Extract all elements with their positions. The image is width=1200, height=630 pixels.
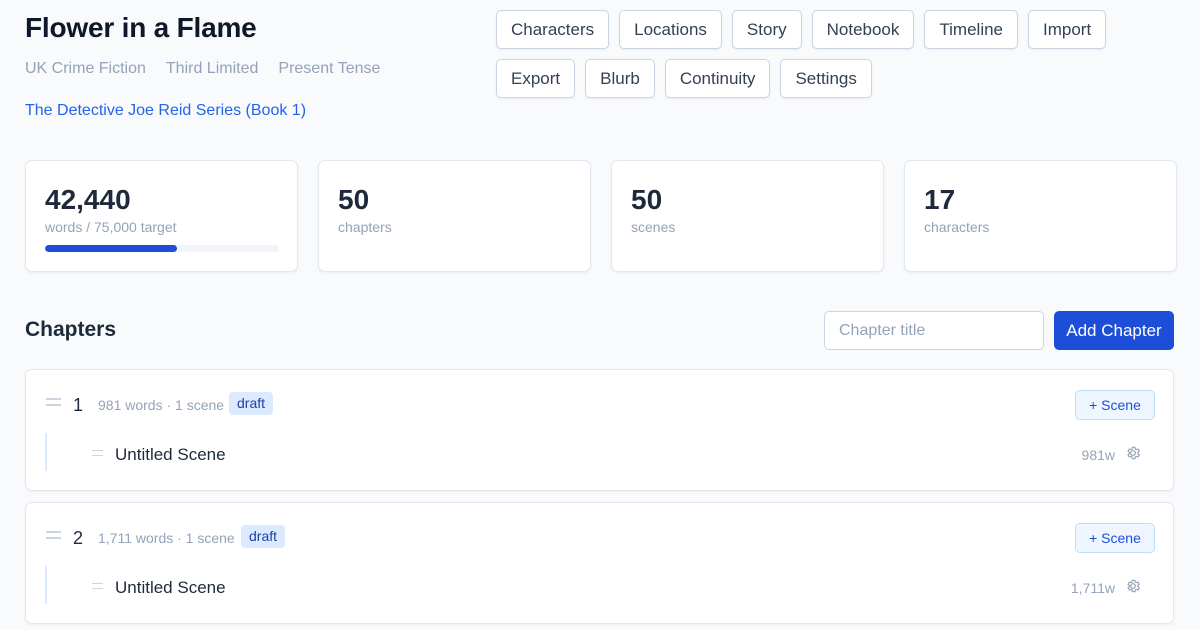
word-count-value: 42,440 bbox=[45, 184, 131, 215]
chapter-number: 1 bbox=[73, 395, 84, 415]
scene-count-card: 50 scenes bbox=[611, 160, 884, 272]
drag-handle-icon[interactable] bbox=[92, 450, 103, 456]
add-chapter-button[interactable]: Add Chapter bbox=[1054, 311, 1174, 350]
chapter-meta: 1,711 words · 1 scene bbox=[98, 530, 235, 546]
story-button[interactable]: Story bbox=[731, 10, 802, 49]
character-count-label: characters bbox=[924, 219, 990, 235]
chapters-heading: Chapters bbox=[25, 318, 117, 341]
character-count-value: 17 bbox=[924, 184, 956, 215]
word-progress-bar bbox=[45, 245, 279, 252]
chapter-count-card: 50 chapters bbox=[318, 160, 591, 272]
tense-label: Present Tense bbox=[278, 60, 381, 77]
import-button[interactable]: Import bbox=[1028, 10, 1107, 49]
scene-title[interactable]: Untitled Scene bbox=[115, 578, 226, 598]
chapter-meta: 981 words · 1 scene bbox=[98, 397, 225, 413]
word-count-card: 42,440 words / 75,000 target bbox=[25, 160, 298, 272]
series-link[interactable]: The Detective Joe Reid Series (Book 1) bbox=[25, 102, 306, 120]
book-meta: UK Crime Fiction Third Limited Present T… bbox=[25, 60, 380, 78]
project-nav: Characters Locations Story Notebook Time… bbox=[496, 10, 1136, 98]
character-count-card: 17 characters bbox=[904, 160, 1177, 272]
chapter-card: 2 1,711 words · 1 scene draft + Scene Un… bbox=[25, 502, 1174, 624]
continuity-button[interactable]: Continuity bbox=[664, 59, 771, 98]
scene-title[interactable]: Untitled Scene bbox=[115, 445, 226, 465]
timeline-button[interactable]: Timeline bbox=[924, 10, 1018, 49]
stats-row: 42,440 words / 75,000 target 50 chapters… bbox=[25, 160, 1177, 272]
chapter-number: 2 bbox=[73, 528, 84, 548]
genre-label: UK Crime Fiction bbox=[25, 60, 146, 77]
word-progress-fill bbox=[45, 245, 178, 252]
blurb-button[interactable]: Blurb bbox=[585, 59, 655, 98]
word-count-label: words / 75,000 target bbox=[45, 219, 177, 235]
chapter-title-input[interactable] bbox=[824, 311, 1044, 350]
locations-button[interactable]: Locations bbox=[619, 10, 722, 49]
scene-indent-bar bbox=[45, 433, 47, 471]
scene-count-value: 50 bbox=[631, 184, 663, 215]
chapter-count-value: 50 bbox=[338, 184, 370, 215]
status-badge: draft bbox=[229, 392, 274, 415]
drag-handle-icon[interactable] bbox=[46, 398, 61, 406]
book-title: Flower in a Flame bbox=[25, 12, 257, 43]
chapter-count-label: chapters bbox=[338, 219, 392, 235]
gear-icon[interactable] bbox=[1125, 578, 1141, 594]
add-scene-button[interactable]: + Scene bbox=[1075, 523, 1155, 553]
project-dashboard: Flower in a Flame UK Crime Fiction Third… bbox=[0, 0, 1200, 630]
scene-indent-bar bbox=[45, 566, 47, 604]
scene-word-count: 1,711w bbox=[1070, 580, 1115, 596]
chapter-card: 1 981 words · 1 scene draft + Scene Unti… bbox=[25, 369, 1174, 491]
drag-handle-icon[interactable] bbox=[46, 531, 61, 539]
scene-word-count: 981w bbox=[1081, 447, 1115, 463]
export-button[interactable]: Export bbox=[496, 59, 576, 98]
scene-count-label: scenes bbox=[631, 219, 676, 235]
characters-button[interactable]: Characters bbox=[496, 10, 610, 49]
gear-icon[interactable] bbox=[1125, 445, 1141, 461]
status-badge: draft bbox=[241, 525, 286, 548]
notebook-button[interactable]: Notebook bbox=[811, 10, 915, 49]
drag-handle-icon[interactable] bbox=[92, 583, 103, 589]
add-scene-button[interactable]: + Scene bbox=[1075, 390, 1155, 420]
settings-button[interactable]: Settings bbox=[780, 59, 872, 98]
pov-label: Third Limited bbox=[165, 60, 259, 77]
